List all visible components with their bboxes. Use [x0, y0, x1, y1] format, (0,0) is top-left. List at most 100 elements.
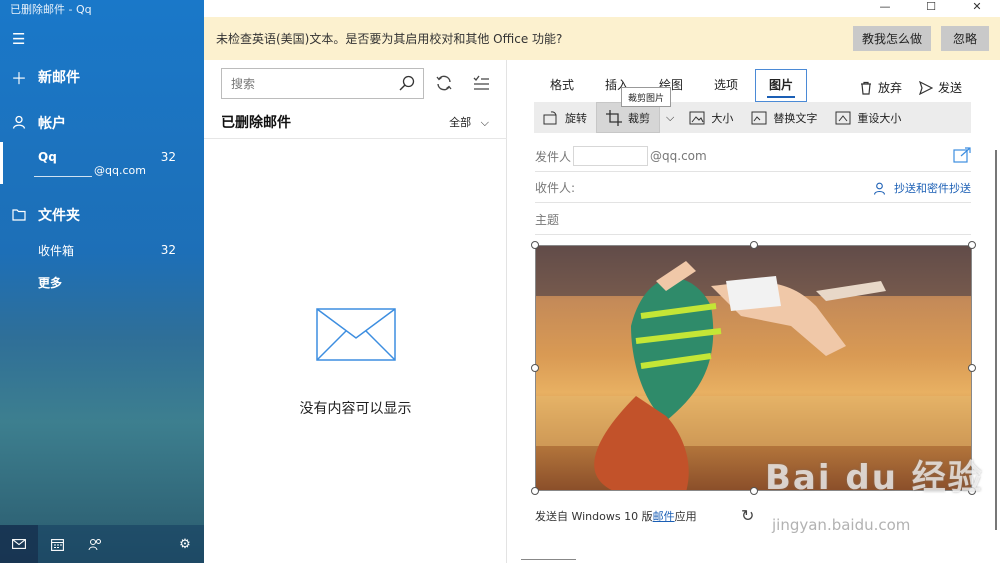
- sync-icon[interactable]: [435, 74, 453, 96]
- send-button[interactable]: 发送: [919, 79, 962, 96]
- alt-text-label: 替换文字: [773, 111, 818, 125]
- from-field: 发件人 @qq.com: [535, 141, 971, 172]
- cc-bcc-link[interactable]: 抄送和密件抄送: [873, 180, 971, 196]
- folder-more[interactable]: 更多: [0, 272, 204, 292]
- reset-size-button[interactable]: 重设大小: [826, 102, 910, 133]
- people-icon[interactable]: [76, 525, 114, 563]
- search-icon[interactable]: [399, 75, 415, 95]
- from-mask: [573, 146, 649, 166]
- chevron-down-icon: ⌵: [666, 110, 675, 124]
- crop-tooltip: 裁剪图片: [621, 87, 671, 107]
- minimize-button[interactable]: —: [862, 0, 908, 17]
- hamburger-menu-icon[interactable]: ☰: [12, 30, 25, 48]
- reset-size-label: 重设大小: [857, 111, 902, 125]
- tab-options[interactable]: 选项: [714, 76, 738, 93]
- resize-handle[interactable]: [531, 241, 539, 249]
- close-button[interactable]: ✕: [954, 0, 1000, 17]
- cc-bcc-label: 抄送和密件抄送: [894, 182, 971, 195]
- calendar-icon[interactable]: [38, 525, 76, 563]
- from-label: 发件人: [535, 149, 572, 164]
- filter-dropdown[interactable]: 全部 ⌵: [449, 114, 489, 130]
- proofing-infobar: 未检查英语(美国)文本。是否要为其启用校对和其他 Office 功能? 教我怎么…: [204, 17, 1000, 60]
- resize-handle[interactable]: [750, 241, 758, 249]
- discard-label: 放弃: [878, 81, 903, 95]
- email-mask: [34, 165, 92, 177]
- rotate-icon: [543, 110, 557, 124]
- picture-ribbon: 旋转 裁剪 裁剪图片 ⌵ 大小 替换文字 重设大小: [534, 87, 971, 133]
- crop-icon: [606, 109, 622, 126]
- crop-label: 裁剪: [628, 111, 650, 125]
- settings-icon[interactable]: ⚙: [166, 525, 204, 563]
- person-icon: [0, 114, 38, 133]
- maximize-button[interactable]: ☐: [908, 0, 954, 17]
- alt-text-button[interactable]: 替换文字: [742, 102, 826, 133]
- window-controls: — ☐ ✕: [862, 0, 1000, 17]
- rotate-button[interactable]: 旋转: [534, 102, 596, 133]
- crop-button[interactable]: 裁剪 裁剪图片: [596, 87, 671, 133]
- send-icon: [919, 80, 933, 95]
- rotate-label: 旋转: [565, 111, 587, 125]
- account-email: @qq.com: [34, 164, 146, 177]
- accounts-label: 帐户: [38, 116, 66, 132]
- resize-handle[interactable]: [750, 487, 758, 495]
- to-label: 收件人:: [535, 180, 576, 195]
- tab-picture[interactable]: 图片: [755, 69, 808, 102]
- person-icon: [873, 182, 886, 195]
- trash-icon: [861, 81, 871, 95]
- accounts-heading[interactable]: 帐户: [0, 112, 204, 134]
- ignore-button[interactable]: 忽略: [941, 26, 989, 51]
- folder-inbox[interactable]: 收件箱 32: [0, 240, 204, 260]
- folder-icon: [0, 206, 38, 225]
- scrollbar[interactable]: [995, 150, 997, 530]
- folders-heading[interactable]: 文件夹: [0, 204, 204, 226]
- reset-size-icon: [835, 111, 851, 124]
- folder-inbox-count: 32: [160, 243, 176, 257]
- filter-label: 全部: [449, 116, 472, 129]
- alt-text-icon: [751, 111, 767, 124]
- watermark-url: jingyan.baidu.com: [772, 516, 911, 534]
- folder-title: 已删除邮件: [221, 115, 291, 131]
- resize-handle[interactable]: [531, 364, 539, 372]
- new-mail-label: 新邮件: [38, 70, 80, 86]
- chevron-down-icon: ⌵: [480, 116, 489, 129]
- rotate-handle-icon[interactable]: ↻: [741, 506, 754, 525]
- resize-handle[interactable]: [968, 364, 976, 372]
- navigation-pane: 已删除邮件 - Qq ☰ ＋ 新邮件 帐户 Qq 32 @qq.com 文件夹 …: [0, 0, 204, 563]
- divider: [521, 559, 576, 560]
- divider: [204, 138, 507, 139]
- subject-field[interactable]: 主题: [535, 204, 971, 235]
- folders-label: 文件夹: [38, 208, 80, 224]
- ribbon-tabs: 格式 插入 绘图 选项 图片 放弃 发送: [507, 64, 1000, 102]
- search-placeholder: 搜索: [231, 77, 256, 91]
- account-unread-count: 32: [160, 150, 176, 164]
- window-title: 已删除邮件 - Qq: [10, 3, 92, 16]
- account-name: Qq: [38, 150, 57, 164]
- watermark-logo: Bai du 经验: [765, 458, 984, 498]
- tab-format[interactable]: 格式: [550, 76, 574, 93]
- mail-icon[interactable]: [0, 525, 38, 563]
- envelope-icon: [316, 308, 396, 361]
- resize-handle[interactable]: [531, 487, 539, 495]
- selection-mode-icon[interactable]: [472, 74, 490, 96]
- size-button[interactable]: 大小: [680, 102, 742, 133]
- search-input[interactable]: 搜索: [221, 68, 424, 99]
- infobar-message: 未检查英语(美国)文本。是否要为其启用校对和其他 Office 功能?: [216, 32, 563, 46]
- size-icon: [689, 111, 705, 124]
- show-me-button[interactable]: 教我怎么做: [853, 26, 931, 51]
- folder-more-label: 更多: [38, 275, 63, 290]
- nav-bottom-bar: ⚙: [0, 525, 204, 563]
- to-field[interactable]: 收件人: 抄送和密件抄送: [535, 172, 971, 203]
- mail-app-link[interactable]: 邮件: [653, 510, 675, 523]
- discard-button[interactable]: 放弃: [859, 79, 902, 96]
- folder-inbox-label: 收件箱: [38, 243, 75, 258]
- popout-icon[interactable]: [953, 147, 971, 166]
- plus-icon: ＋: [10, 69, 27, 88]
- signature: 发送自 Windows 10 版邮件应用: [535, 510, 697, 523]
- empty-state-text: 没有内容可以显示: [299, 401, 412, 417]
- new-mail-button[interactable]: ＋ 新邮件: [0, 66, 204, 88]
- subject-placeholder: 主题: [535, 212, 560, 227]
- resize-handle[interactable]: [968, 241, 976, 249]
- size-label: 大小: [711, 111, 734, 125]
- from-email-suffix: @qq.com: [650, 149, 707, 163]
- send-label: 发送: [938, 81, 963, 95]
